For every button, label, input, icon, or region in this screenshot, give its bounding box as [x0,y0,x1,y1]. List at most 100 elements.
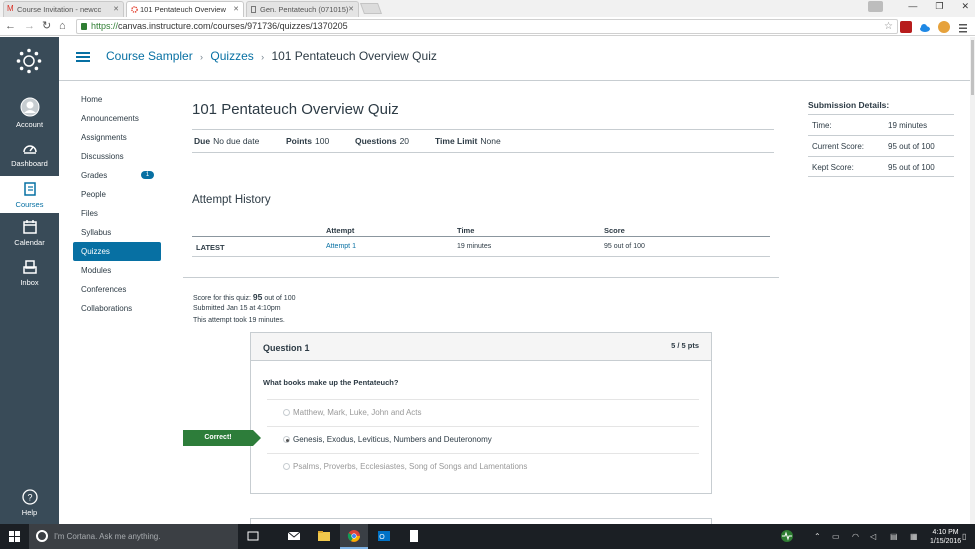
attempt-table-bottom-rule [192,256,770,257]
extension-icon[interactable] [938,21,950,33]
breadcrumb-course-link[interactable]: Course Sampler [106,49,193,63]
cortana-search-box[interactable]: I'm Cortana. Ask me anything. [29,524,238,549]
global-nav-inbox[interactable]: Inbox [0,259,59,293]
course-nav-announcements[interactable]: Announcements [73,109,161,128]
keyboard-icon[interactable]: ▦ [910,532,918,541]
file-explorer-icon[interactable] [317,529,331,543]
course-nav-people[interactable]: People [73,185,161,204]
course-nav-discussions[interactable]: Discussions [73,147,161,166]
quiz-time-limit: Time Limit None [435,136,501,146]
attempt-link[interactable]: Attempt 1 [326,243,356,250]
canvas-favicon-icon [131,6,138,13]
notepad-icon[interactable] [407,529,421,543]
detail-label: Time: [812,121,832,130]
radio-icon [283,409,290,416]
detail-label: Current Score: [812,142,865,151]
detail-label: Kept Score: [812,163,854,172]
document-icon [251,6,256,13]
course-nav-assignments[interactable]: Assignments [73,128,161,147]
forward-icon[interactable]: → [24,20,35,32]
attempt-duration: This attempt took 19 minutes. [193,317,285,324]
close-window-icon[interactable]: ✕ [961,1,969,12]
browser-toolbar: ← → ↻ ⌂ https://canvas.instructure.com/c… [0,17,975,36]
global-nav-help[interactable]: ? Help [0,489,59,521]
close-tab-icon[interactable]: ✕ [348,5,354,13]
back-icon[interactable]: ← [5,20,16,32]
course-nav-home[interactable]: Home [73,90,161,109]
tab-title: Course Invitation - newcc [17,5,102,14]
wifi-icon[interactable]: ◠ [852,532,859,541]
course-nav-grades[interactable]: Grades 1 [73,166,161,185]
home-icon[interactable]: ⌂ [59,20,66,32]
close-tab-icon[interactable]: ✕ [233,5,239,13]
answer-text: Genesis, Exodus, Leviticus, Numbers and … [293,435,492,444]
dashboard-icon [22,145,37,154]
course-nav-collaborations[interactable]: Collaborations [73,299,161,318]
breadcrumb: Course Sampler › Quizzes › 101 Pentateuc… [106,49,437,63]
course-menu-toggle-icon[interactable] [76,52,90,62]
battery-icon[interactable]: ▭ [832,532,840,541]
page-scrollbar[interactable] [970,37,975,524]
global-nav-account[interactable]: Account [0,95,59,133]
global-nav-courses[interactable]: Courses [0,176,59,213]
restore-icon[interactable]: ❐ [935,1,943,12]
course-nav-conferences[interactable]: Conferences [73,280,161,299]
gmail-icon: M [7,4,14,13]
action-center-icon[interactable]: ▯ [962,532,966,541]
volume-icon[interactable]: ◁ [870,532,876,541]
activity-monitor-icon[interactable] [780,529,794,543]
browser-tab-bar: M Course Invitation - newcc ✕ 101 Pentat… [0,0,975,17]
pdf-extension-icon[interactable] [900,21,912,33]
lock-icon [81,23,87,30]
breadcrumb-quizzes-link[interactable]: Quizzes [210,49,253,63]
global-nav-label: Account [15,120,44,129]
new-tab-button[interactable] [359,3,383,14]
calendar-icon [22,220,37,234]
show-hidden-icons-icon[interactable]: ⌃ [814,532,821,541]
browser-tab-quiz[interactable]: 101 Pentateuch Overview ✕ [126,1,244,17]
global-nav-calendar[interactable]: Calendar [0,219,59,253]
course-nav-quizzes[interactable]: Quizzes [73,242,161,261]
close-tab-icon[interactable]: ✕ [113,5,119,13]
mail-icon[interactable] [287,529,301,543]
global-nav-label: Calendar [14,238,45,247]
svg-text:O: O [379,534,385,541]
bookmark-star-icon[interactable]: ☆ [884,20,893,33]
browser-tab-doc[interactable]: Gen. Pentateuch (071015) ✕ [246,1,359,17]
breadcrumb-current: 101 Pentateuch Overview Quiz [271,49,437,63]
outlook-icon[interactable]: O [377,529,391,543]
detail-value: 95 out of 100 [888,142,935,151]
radio-icon [283,463,290,470]
course-nav-syllabus[interactable]: Syllabus [73,223,161,242]
course-nav-files[interactable]: Files [73,204,161,223]
course-nav-modules[interactable]: Modules [73,261,161,280]
clock-date: 1/15/2016 [930,538,962,545]
browser-tab-gmail[interactable]: M Course Invitation - newcc ✕ [3,1,124,17]
question-points: 5 / 5 pts [671,341,699,350]
address-bar[interactable]: https://canvas.instructure.com/courses/9… [76,19,898,34]
correct-answer-flag: Correct! [183,430,261,446]
time-column-header: Time [457,226,475,235]
chrome-icon[interactable] [347,529,361,543]
canvas-logo-icon[interactable] [16,48,42,74]
menu-icon[interactable] [957,21,969,33]
global-nav-label: Courses [15,200,44,209]
taskbar-clock[interactable]: 4:10 PM 1/15/2016 [930,528,961,546]
section-divider [183,277,779,278]
global-nav-dashboard[interactable]: Dashboard [0,140,59,174]
detail-value: 19 minutes [888,121,928,130]
cloud-extension-icon[interactable] [919,21,931,33]
notifications-icon[interactable]: ▤ [890,532,898,541]
tab-title: 101 Pentateuch Overview [140,5,226,14]
answer-option: Psalms, Proverbs, Ecclesiastes, Song of … [267,453,699,480]
profile-icon[interactable] [868,1,883,12]
reload-icon[interactable]: ↻ [42,20,51,32]
quiz-title: 101 Pentateuch Overview Quiz [192,101,399,118]
task-view-icon[interactable] [246,529,260,543]
minimize-icon[interactable]: — [908,1,917,12]
help-icon: ? [21,489,38,505]
windows-start-icon[interactable] [9,531,20,542]
scrollbar-thumb[interactable] [971,40,974,95]
submission-details-heading: Submission Details: [808,100,890,110]
url-text: canvas.instructure.com/courses/971736/qu… [118,21,348,31]
